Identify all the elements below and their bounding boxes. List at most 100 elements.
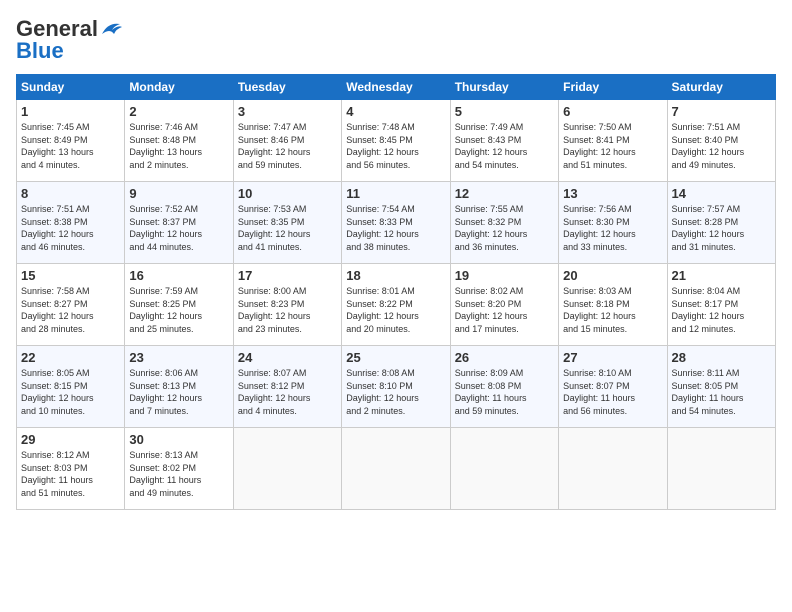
day-info: Sunrise: 7:46 AMSunset: 8:48 PMDaylight:… (129, 121, 228, 171)
day-info: Sunrise: 8:09 AMSunset: 8:08 PMDaylight:… (455, 367, 554, 417)
calendar-cell: 29 Sunrise: 8:12 AMSunset: 8:03 PMDayligh… (17, 428, 125, 510)
calendar-cell: 2 Sunrise: 7:46 AMSunset: 8:48 PMDaylight… (125, 100, 233, 182)
calendar-cell: 23 Sunrise: 8:06 AMSunset: 8:13 PMDayligh… (125, 346, 233, 428)
day-number: 19 (455, 268, 554, 283)
calendar-cell (559, 428, 667, 510)
day-info: Sunrise: 8:12 AMSunset: 8:03 PMDaylight:… (21, 449, 120, 499)
calendar-cell: 8Sunrise: 7:51 AMSunset: 8:38 PMDaylight… (17, 182, 125, 264)
weekday-header: Wednesday (342, 75, 450, 100)
calendar-cell: 21 Sunrise: 8:04 AMSunset: 8:17 PMDayligh… (667, 264, 775, 346)
calendar-cell: 25 Sunrise: 8:08 AMSunset: 8:10 PMDayligh… (342, 346, 450, 428)
calendar-cell: 19 Sunrise: 8:02 AMSunset: 8:20 PMDayligh… (450, 264, 558, 346)
calendar-cell: 18 Sunrise: 8:01 AMSunset: 8:22 PMDayligh… (342, 264, 450, 346)
day-info: Sunrise: 7:45 AMSunset: 8:49 PMDaylight:… (21, 121, 120, 171)
day-number: 25 (346, 350, 445, 365)
day-info: Sunrise: 7:50 AMSunset: 8:41 PMDaylight:… (563, 121, 662, 171)
calendar-week-row: 8Sunrise: 7:51 AMSunset: 8:38 PMDaylight… (17, 182, 776, 264)
day-number: 11 (346, 186, 445, 201)
calendar-cell: 9 Sunrise: 7:52 AMSunset: 8:37 PMDaylight… (125, 182, 233, 264)
day-number: 5 (455, 104, 554, 119)
calendar-cell: 30 Sunrise: 8:13 AMSunset: 8:02 PMDayligh… (125, 428, 233, 510)
weekday-header: Friday (559, 75, 667, 100)
logo: General Blue (16, 16, 122, 64)
calendar-cell: 28 Sunrise: 8:11 AMSunset: 8:05 PMDayligh… (667, 346, 775, 428)
day-info: Sunrise: 8:00 AMSunset: 8:23 PMDaylight:… (238, 285, 337, 335)
day-number: 13 (563, 186, 662, 201)
day-info: Sunrise: 7:58 AMSunset: 8:27 PMDaylight:… (21, 285, 120, 335)
day-info: Sunrise: 8:06 AMSunset: 8:13 PMDaylight:… (129, 367, 228, 417)
day-number: 17 (238, 268, 337, 283)
logo-bird-icon (100, 20, 122, 38)
day-number: 12 (455, 186, 554, 201)
day-info: Sunrise: 7:55 AMSunset: 8:32 PMDaylight:… (455, 203, 554, 253)
day-info: Sunrise: 8:01 AMSunset: 8:22 PMDaylight:… (346, 285, 445, 335)
calendar-cell: 12 Sunrise: 7:55 AMSunset: 8:32 PMDayligh… (450, 182, 558, 264)
calendar-cell: 1 Sunrise: 7:45 AMSunset: 8:49 PMDaylight… (17, 100, 125, 182)
day-info: Sunrise: 7:52 AMSunset: 8:37 PMDaylight:… (129, 203, 228, 253)
day-info: Sunrise: 8:03 AMSunset: 8:18 PMDaylight:… (563, 285, 662, 335)
day-info: Sunrise: 7:54 AMSunset: 8:33 PMDaylight:… (346, 203, 445, 253)
day-info: Sunrise: 7:51 AMSunset: 8:38 PMDaylight:… (21, 203, 120, 253)
calendar-cell: 17 Sunrise: 8:00 AMSunset: 8:23 PMDayligh… (233, 264, 341, 346)
calendar-body: 1 Sunrise: 7:45 AMSunset: 8:49 PMDaylight… (17, 100, 776, 510)
day-number: 30 (129, 432, 228, 447)
day-info: Sunrise: 8:08 AMSunset: 8:10 PMDaylight:… (346, 367, 445, 417)
calendar-header-row: SundayMondayTuesdayWednesdayThursdayFrid… (17, 75, 776, 100)
day-info: Sunrise: 8:05 AMSunset: 8:15 PMDaylight:… (21, 367, 120, 417)
day-number: 15 (21, 268, 120, 283)
weekday-header: Thursday (450, 75, 558, 100)
calendar-cell: 6 Sunrise: 7:50 AMSunset: 8:41 PMDaylight… (559, 100, 667, 182)
day-number: 6 (563, 104, 662, 119)
day-info: Sunrise: 8:11 AMSunset: 8:05 PMDaylight:… (672, 367, 771, 417)
calendar-cell: 5 Sunrise: 7:49 AMSunset: 8:43 PMDaylight… (450, 100, 558, 182)
calendar-cell: 14 Sunrise: 7:57 AMSunset: 8:28 PMDayligh… (667, 182, 775, 264)
calendar-cell: 27 Sunrise: 8:10 AMSunset: 8:07 PMDayligh… (559, 346, 667, 428)
day-number: 20 (563, 268, 662, 283)
calendar-cell: 11 Sunrise: 7:54 AMSunset: 8:33 PMDayligh… (342, 182, 450, 264)
day-info: Sunrise: 7:51 AMSunset: 8:40 PMDaylight:… (672, 121, 771, 171)
day-number: 14 (672, 186, 771, 201)
logo-blue: Blue (16, 38, 64, 64)
day-number: 7 (672, 104, 771, 119)
day-number: 1 (21, 104, 120, 119)
day-info: Sunrise: 8:13 AMSunset: 8:02 PMDaylight:… (129, 449, 228, 499)
weekday-header: Saturday (667, 75, 775, 100)
calendar-week-row: 1 Sunrise: 7:45 AMSunset: 8:49 PMDaylight… (17, 100, 776, 182)
weekday-header: Sunday (17, 75, 125, 100)
day-number: 26 (455, 350, 554, 365)
day-info: Sunrise: 7:49 AMSunset: 8:43 PMDaylight:… (455, 121, 554, 171)
calendar-cell (667, 428, 775, 510)
day-number: 27 (563, 350, 662, 365)
calendar-cell (342, 428, 450, 510)
calendar-cell: 15 Sunrise: 7:58 AMSunset: 8:27 PMDayligh… (17, 264, 125, 346)
day-number: 24 (238, 350, 337, 365)
calendar-cell: 4 Sunrise: 7:48 AMSunset: 8:45 PMDaylight… (342, 100, 450, 182)
day-number: 2 (129, 104, 228, 119)
calendar-cell: 7 Sunrise: 7:51 AMSunset: 8:40 PMDaylight… (667, 100, 775, 182)
day-info: Sunrise: 7:57 AMSunset: 8:28 PMDaylight:… (672, 203, 771, 253)
day-info: Sunrise: 7:53 AMSunset: 8:35 PMDaylight:… (238, 203, 337, 253)
page-header: General Blue (16, 16, 776, 64)
day-number: 29 (21, 432, 120, 447)
day-info: Sunrise: 8:02 AMSunset: 8:20 PMDaylight:… (455, 285, 554, 335)
day-number: 3 (238, 104, 337, 119)
day-number: 28 (672, 350, 771, 365)
calendar-cell: 3 Sunrise: 7:47 AMSunset: 8:46 PMDaylight… (233, 100, 341, 182)
day-number: 9 (129, 186, 228, 201)
calendar-cell (233, 428, 341, 510)
day-info: Sunrise: 7:48 AMSunset: 8:45 PMDaylight:… (346, 121, 445, 171)
day-number: 18 (346, 268, 445, 283)
calendar-cell: 20 Sunrise: 8:03 AMSunset: 8:18 PMDayligh… (559, 264, 667, 346)
day-info: Sunrise: 8:04 AMSunset: 8:17 PMDaylight:… (672, 285, 771, 335)
day-info: Sunrise: 7:47 AMSunset: 8:46 PMDaylight:… (238, 121, 337, 171)
day-info: Sunrise: 8:10 AMSunset: 8:07 PMDaylight:… (563, 367, 662, 417)
calendar-cell: 10 Sunrise: 7:53 AMSunset: 8:35 PMDayligh… (233, 182, 341, 264)
day-number: 21 (672, 268, 771, 283)
calendar-table: SundayMondayTuesdayWednesdayThursdayFrid… (16, 74, 776, 510)
calendar-cell: 26 Sunrise: 8:09 AMSunset: 8:08 PMDayligh… (450, 346, 558, 428)
calendar-cell: 13Sunrise: 7:56 AMSunset: 8:30 PMDayligh… (559, 182, 667, 264)
day-number: 23 (129, 350, 228, 365)
day-number: 22 (21, 350, 120, 365)
day-number: 4 (346, 104, 445, 119)
day-number: 10 (238, 186, 337, 201)
